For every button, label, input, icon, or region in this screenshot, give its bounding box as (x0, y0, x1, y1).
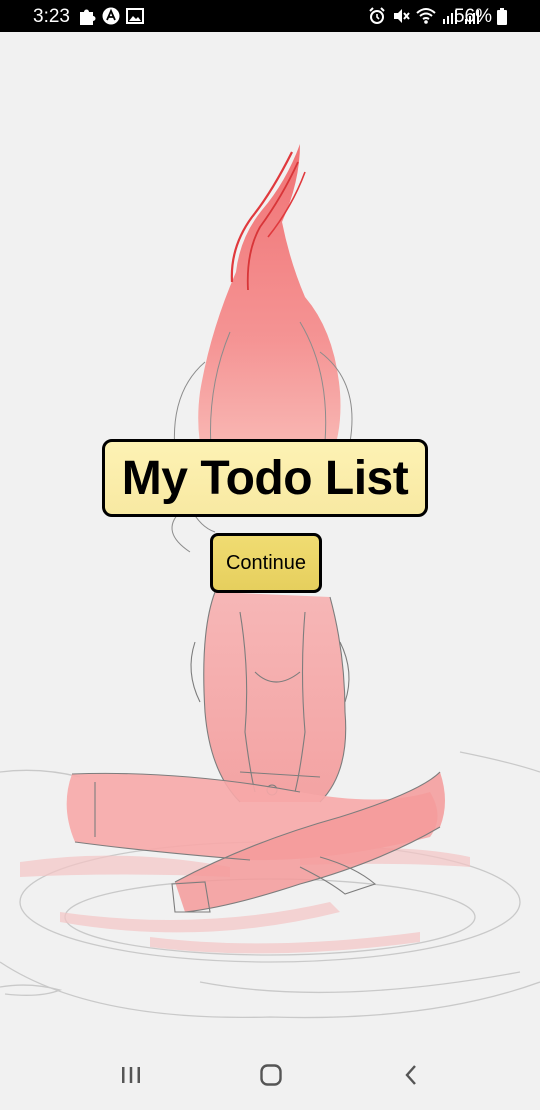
wifi-icon (416, 7, 436, 30)
status-time: 3:23 (33, 6, 70, 27)
title-box: My Todo List (102, 439, 428, 517)
navigation-bar (0, 1042, 540, 1110)
back-button[interactable] (391, 1062, 431, 1092)
status-bar: 3:23 56% (0, 0, 540, 32)
page-title: My Todo List (121, 451, 409, 505)
battery-icon (497, 8, 507, 30)
continue-button[interactable]: Continue (210, 533, 322, 593)
home-button[interactable] (251, 1062, 291, 1092)
recent-apps-button[interactable] (111, 1062, 151, 1092)
back-icon (403, 1063, 419, 1092)
recent-apps-icon (120, 1065, 142, 1090)
app-a-icon (102, 7, 120, 30)
puzzle-icon (78, 6, 96, 31)
continue-button-label: Continue (225, 551, 307, 574)
mute-icon (392, 7, 410, 30)
app-screen: 3:23 56% My Todo List Continue (0, 0, 540, 1110)
battery-percent: 56% (453, 6, 492, 27)
image-icon (126, 8, 144, 29)
status-left-icons (78, 6, 144, 31)
alarm-icon (368, 7, 386, 30)
home-icon (259, 1063, 283, 1092)
